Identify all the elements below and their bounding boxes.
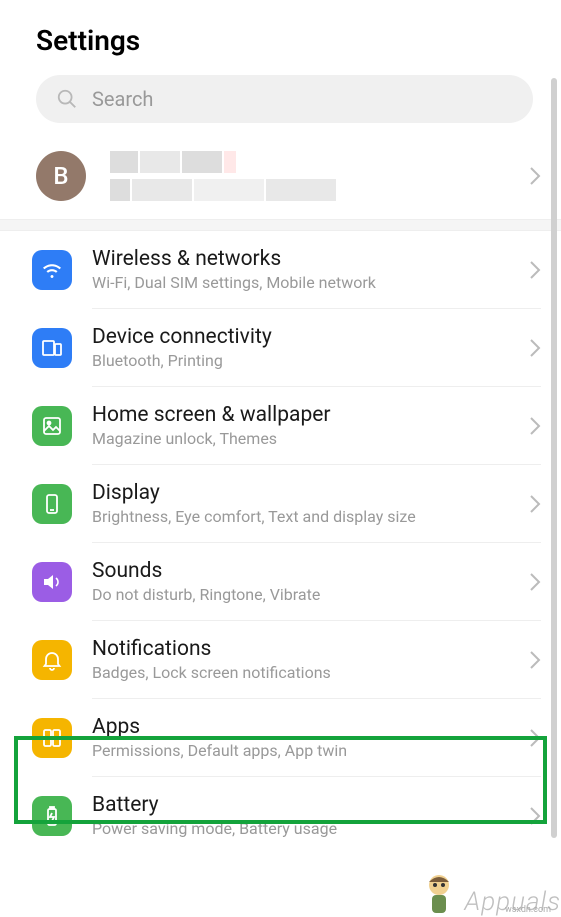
item-title: Battery [92,793,509,817]
settings-item-display[interactable]: Display Brightness, Eye comfort, Text an… [0,465,561,543]
item-subtitle: Permissions, Default apps, App twin [92,741,509,760]
apps-icon [32,718,72,758]
settings-list: Wireless & networks Wi-Fi, Dual SIM sett… [0,231,561,854]
header: Settings [0,0,561,67]
item-subtitle: Badges, Lock screen notifications [92,663,509,682]
chevron-right-icon [529,260,541,280]
avatar: B [36,151,86,201]
settings-item-home-wallpaper[interactable]: Home screen & wallpaper Magazine unlock,… [0,387,561,465]
search-input[interactable]: Search [36,75,533,123]
item-title: Wireless & networks [92,247,509,271]
chevron-right-icon [529,494,541,514]
item-title: Display [92,481,509,505]
settings-item-notifications[interactable]: Notifications Badges, Lock screen notifi… [0,621,561,699]
battery-icon [32,796,72,836]
item-subtitle: Do not disturb, Ringtone, Vibrate [92,585,509,604]
item-subtitle: Bluetooth, Printing [92,351,509,370]
item-title: Device connectivity [92,325,509,349]
item-title: Home screen & wallpaper [92,403,509,427]
chevron-right-icon [529,806,541,826]
phone-icon [32,484,72,524]
bell-icon [32,640,72,680]
chevron-right-icon [529,416,541,436]
settings-item-wireless[interactable]: Wireless & networks Wi-Fi, Dual SIM sett… [0,231,561,309]
devices-icon [32,328,72,368]
section-divider [0,219,561,231]
chevron-right-icon [529,338,541,358]
settings-item-device-connectivity[interactable]: Device connectivity Bluetooth, Printing [0,309,561,387]
settings-item-battery[interactable]: Battery Power saving mode, Battery usage [0,777,561,854]
item-subtitle: Power saving mode, Battery usage [92,819,509,838]
page-title: Settings [36,24,533,57]
settings-item-apps[interactable]: Apps Permissions, Default apps, App twin [0,699,561,777]
chevron-right-icon [529,728,541,748]
chevron-right-icon [529,572,541,592]
search-placeholder: Search [92,87,153,111]
speaker-icon [32,562,72,602]
chevron-right-icon [529,650,541,670]
account-row[interactable]: B [0,139,561,219]
settings-item-sounds[interactable]: Sounds Do not disturb, Ringtone, Vibrate [0,543,561,621]
item-subtitle: Wi-Fi, Dual SIM settings, Mobile network [92,273,509,292]
wifi-icon [32,250,72,290]
image-icon [32,406,72,446]
source-text: wsxdn.com [505,905,551,915]
account-info [110,151,505,201]
item-subtitle: Magazine unlock, Themes [92,429,509,448]
item-title: Sounds [92,559,509,583]
chevron-right-icon [529,166,541,186]
item-subtitle: Brightness, Eye comfort, Text and displa… [92,507,509,526]
item-title: Notifications [92,637,509,661]
item-title: Apps [92,715,509,739]
search-icon [56,88,78,110]
